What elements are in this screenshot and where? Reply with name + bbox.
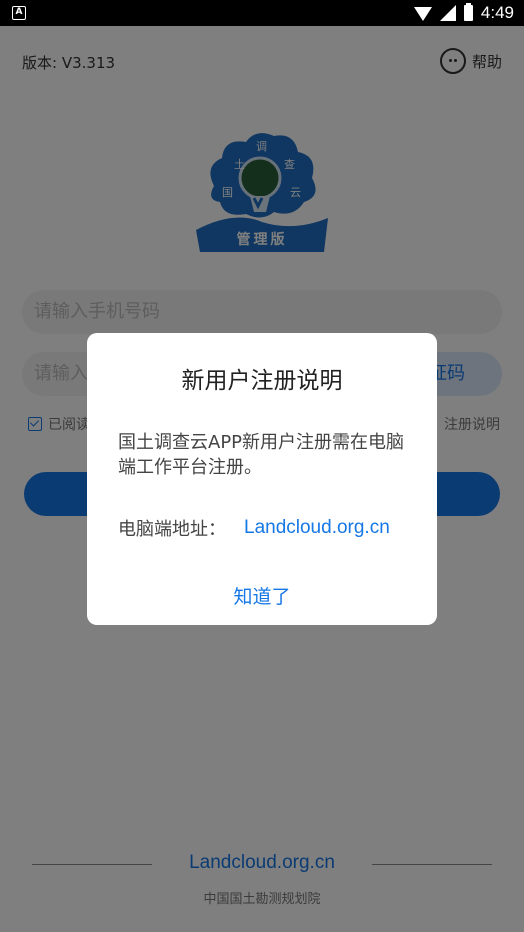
status-icons: 4:49 (413, 3, 514, 23)
dialog-body: 国土调查云APP新用户注册需在电脑端工作平台注册。 (118, 432, 405, 478)
wifi-icon (413, 7, 432, 21)
status-bar: A 4:49 (0, 0, 524, 26)
signal-icon (439, 5, 456, 21)
dialog-title: 新用户注册说明 (181, 368, 343, 394)
battery-icon (463, 3, 473, 21)
dialog-address-label: 电脑端地址： (118, 519, 226, 540)
notification-a-icon: A (12, 6, 26, 20)
registration-dialog: 新用户注册说明 国土调查云APP新用户注册需在电脑端工作平台注册。 电脑端地址：… (87, 333, 437, 625)
status-time: 4:49 (480, 3, 514, 22)
dialog-address-link[interactable]: Landcloud.org.cn (244, 515, 404, 540)
dialog-ok-button[interactable]: 知道了 (87, 582, 437, 609)
